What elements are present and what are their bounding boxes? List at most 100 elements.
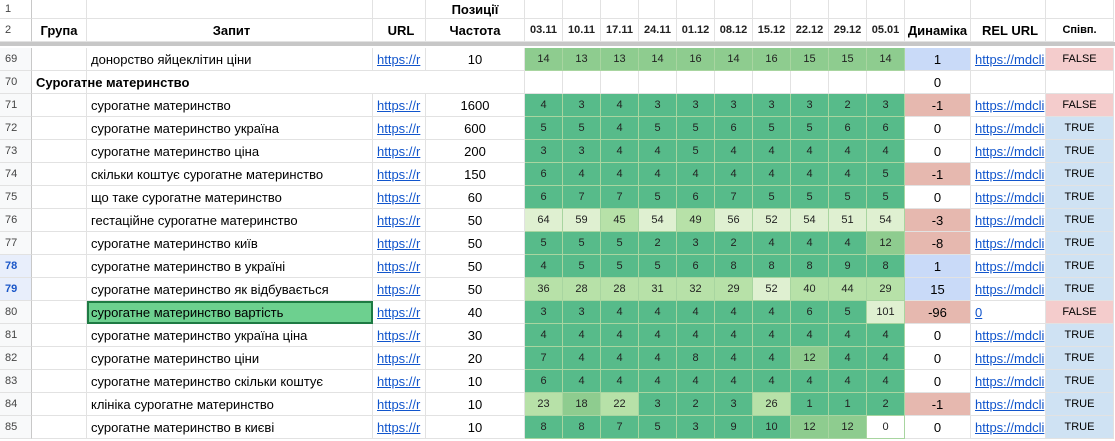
position-cell[interactable]: 4 <box>867 347 905 370</box>
position-cell[interactable]: 2 <box>639 232 677 255</box>
group-cell[interactable] <box>32 232 87 255</box>
position-cell[interactable]: 4 <box>753 347 791 370</box>
position-cell[interactable]: 5 <box>601 232 639 255</box>
position-cell[interactable]: 8 <box>677 347 715 370</box>
url-link[interactable]: https://r <box>373 393 426 416</box>
query-cell[interactable]: що таке сурогатне материнство <box>87 186 373 209</box>
dynamics-cell[interactable]: -96 <box>905 301 971 324</box>
position-cell[interactable]: 5 <box>829 301 867 324</box>
match-cell[interactable]: TRUE <box>1046 209 1114 232</box>
position-cell[interactable]: 16 <box>677 48 715 71</box>
url-link[interactable]: https://r <box>373 370 426 393</box>
query-cell[interactable]: сурогатне материнство київ <box>87 232 373 255</box>
position-cell[interactable]: 6 <box>525 186 563 209</box>
position-cell[interactable]: 52 <box>753 209 791 232</box>
rel-url-link[interactable]: https://mdcli <box>971 324 1046 347</box>
position-cell[interactable]: 4 <box>791 370 829 393</box>
position-cell[interactable]: 12 <box>829 416 867 439</box>
url-link[interactable]: https://r <box>373 301 426 324</box>
position-cell[interactable]: 31 <box>639 278 677 301</box>
url-link[interactable]: https://r <box>373 163 426 186</box>
position-cell[interactable]: 4 <box>639 347 677 370</box>
position-cell[interactable]: 4 <box>753 324 791 347</box>
position-cell[interactable]: 45 <box>601 209 639 232</box>
position-cell[interactable] <box>791 71 829 94</box>
url-link[interactable]: https://r <box>373 324 426 347</box>
position-cell[interactable]: 10 <box>753 416 791 439</box>
frequency-cell[interactable]: 10 <box>426 370 525 393</box>
frequency-cell[interactable]: 60 <box>426 186 525 209</box>
dynamics-cell[interactable]: 0 <box>905 347 971 370</box>
row-number[interactable]: 77 <box>0 232 32 255</box>
url-link[interactable]: https://r <box>373 209 426 232</box>
position-cell[interactable]: 4 <box>715 140 753 163</box>
query-cell[interactable]: сурогатне материнство <box>87 94 373 117</box>
row-number[interactable]: 79 <box>0 278 32 301</box>
position-cell[interactable]: 56 <box>715 209 753 232</box>
position-cell[interactable]: 5 <box>867 163 905 186</box>
dynamics-cell[interactable]: -1 <box>905 163 971 186</box>
position-cell[interactable]: 3 <box>677 232 715 255</box>
position-cell[interactable]: 5 <box>753 186 791 209</box>
position-cell[interactable]: 44 <box>829 278 867 301</box>
match-cell[interactable]: TRUE <box>1046 140 1114 163</box>
rel-url-link[interactable]: https://mdcli <box>971 416 1046 439</box>
position-cell[interactable]: 6 <box>791 301 829 324</box>
position-cell[interactable]: 4 <box>525 255 563 278</box>
position-cell[interactable]: 5 <box>867 186 905 209</box>
position-cell[interactable]: 14 <box>715 48 753 71</box>
position-cell[interactable]: 5 <box>563 117 601 140</box>
position-cell[interactable]: 3 <box>563 94 601 117</box>
position-cell[interactable]: 3 <box>525 301 563 324</box>
rel-url-link[interactable]: https://mdcli <box>971 232 1046 255</box>
position-cell[interactable]: 4 <box>639 370 677 393</box>
query-cell[interactable]: сурогатне материнство вартість <box>87 301 373 324</box>
dynamics-cell[interactable]: 0 <box>905 186 971 209</box>
position-cell[interactable]: 5 <box>639 117 677 140</box>
position-cell[interactable]: 14 <box>639 48 677 71</box>
position-cell[interactable]: 3 <box>867 94 905 117</box>
position-cell[interactable]: 3 <box>677 94 715 117</box>
position-cell[interactable]: 15 <box>829 48 867 71</box>
group-cell[interactable] <box>32 255 87 278</box>
match-cell[interactable]: TRUE <box>1046 186 1114 209</box>
position-cell[interactable]: 3 <box>563 140 601 163</box>
group-cell[interactable] <box>32 94 87 117</box>
position-cell[interactable]: 36 <box>525 278 563 301</box>
frequency-cell[interactable]: 10 <box>426 416 525 439</box>
query-cell[interactable]: скільки коштує сурогатне материнство <box>87 163 373 186</box>
position-cell[interactable]: 4 <box>791 324 829 347</box>
position-cell[interactable]: 23 <box>525 393 563 416</box>
row-number[interactable]: 71 <box>0 94 32 117</box>
dynamics-cell[interactable]: 0 <box>905 140 971 163</box>
rel-url-link[interactable]: 0 <box>971 301 1046 324</box>
query-cell[interactable]: сурогатне материнство україна <box>87 117 373 140</box>
rel-url-link[interactable]: https://mdcli <box>971 140 1046 163</box>
position-cell[interactable]: 3 <box>525 140 563 163</box>
match-cell[interactable]: TRUE <box>1046 347 1114 370</box>
position-cell[interactable]: 49 <box>677 209 715 232</box>
position-cell[interactable]: 4 <box>563 163 601 186</box>
position-cell[interactable]: 5 <box>791 186 829 209</box>
rel-url-link[interactable]: https://mdcli <box>971 347 1046 370</box>
position-cell[interactable]: 3 <box>715 393 753 416</box>
dynamics-cell[interactable]: -8 <box>905 232 971 255</box>
position-cell[interactable]: 8 <box>791 255 829 278</box>
position-cell[interactable]: 1 <box>829 393 867 416</box>
frequency-cell[interactable]: 50 <box>426 278 525 301</box>
rel-url-link[interactable]: https://mdcli <box>971 393 1046 416</box>
position-cell[interactable]: 32 <box>677 278 715 301</box>
position-cell[interactable]: 5 <box>639 416 677 439</box>
position-cell[interactable]: 6 <box>677 255 715 278</box>
position-cell[interactable]: 64 <box>525 209 563 232</box>
position-cell[interactable]: 4 <box>601 163 639 186</box>
url-link[interactable]: https://r <box>373 416 426 439</box>
position-cell[interactable]: 40 <box>791 278 829 301</box>
group-cell[interactable] <box>32 140 87 163</box>
dynamics-cell[interactable]: 0 <box>905 117 971 140</box>
frequency-cell[interactable]: 10 <box>426 393 525 416</box>
position-cell[interactable] <box>677 71 715 94</box>
position-cell[interactable]: 4 <box>525 324 563 347</box>
position-cell[interactable]: 13 <box>563 48 601 71</box>
row-number[interactable]: 76 <box>0 209 32 232</box>
